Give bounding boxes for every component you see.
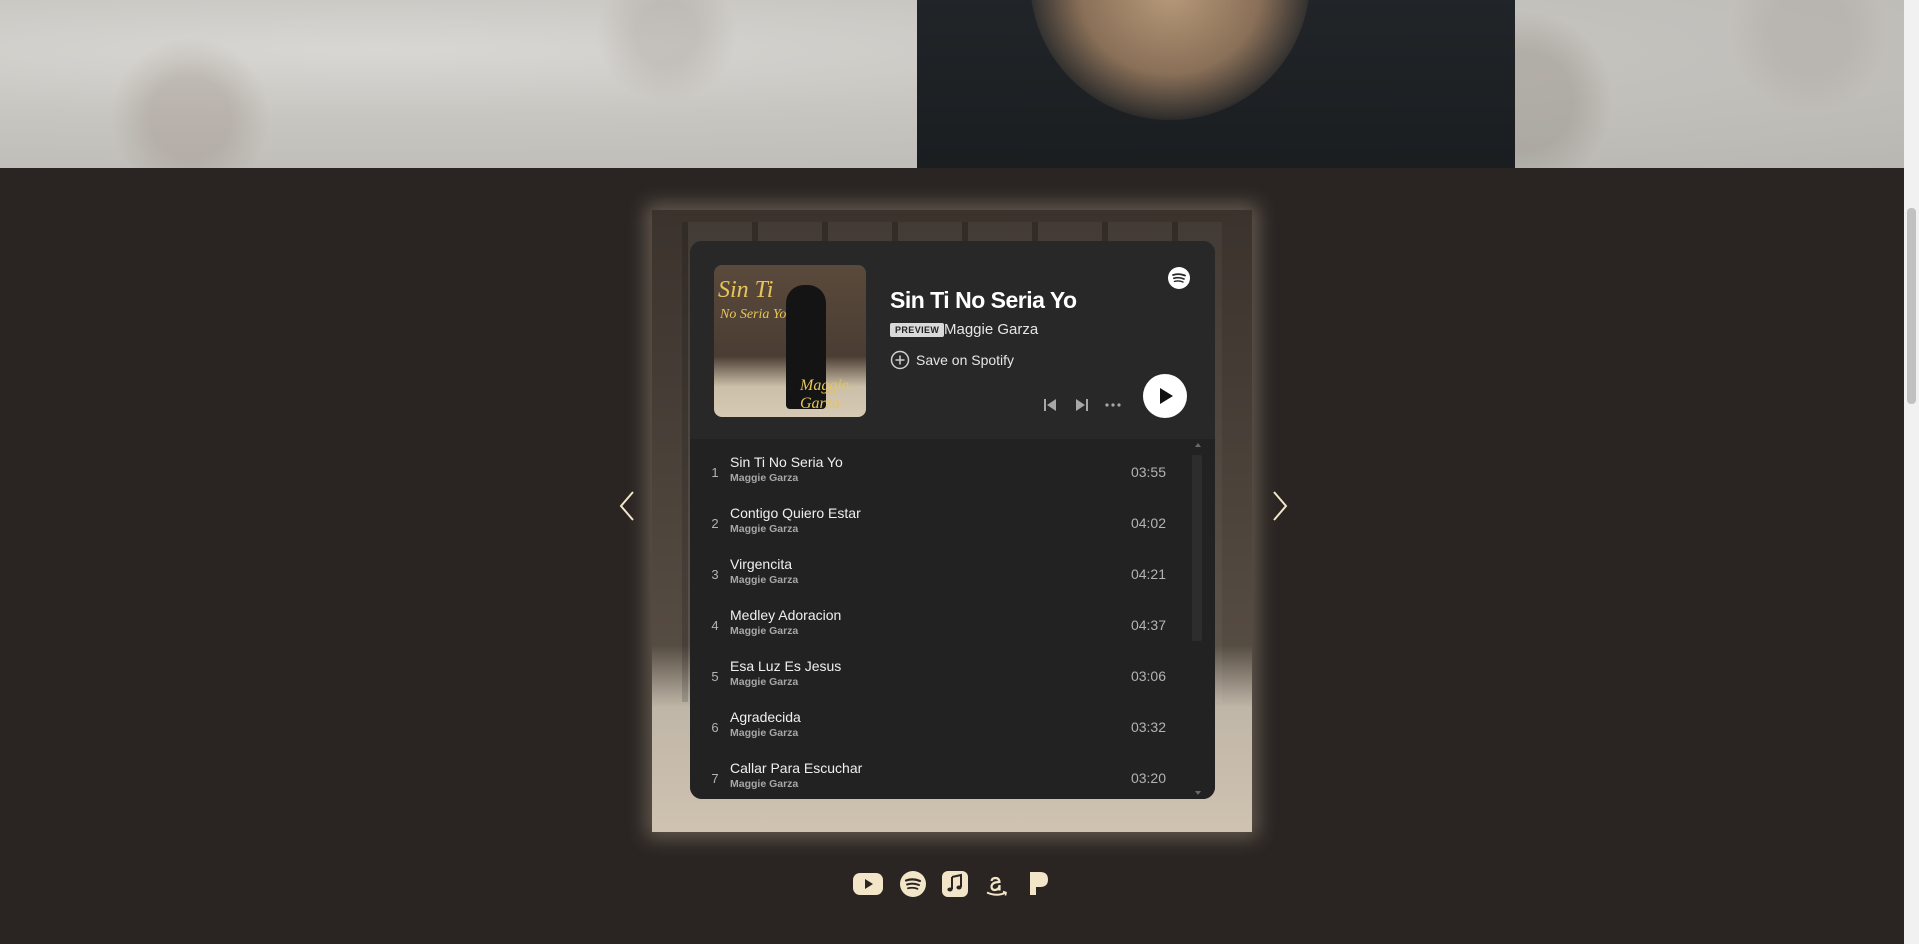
album-cover: Sin Ti No Seria Yo Maggie Garza	[714, 265, 866, 417]
track-row[interactable]: 6 Agradecida Maggie Garza 03:32	[690, 694, 1190, 745]
track-number: 7	[711, 771, 719, 786]
track-list[interactable]: 1 Sin Ti No Seria Yo Maggie Garza 03:55 …	[690, 439, 1215, 799]
spotify-icon[interactable]	[899, 870, 927, 898]
spotify-embed-player: Sin Ti No Seria Yo Maggie Garza Sin Ti N…	[690, 241, 1215, 799]
track-artist[interactable]: Maggie Garza	[730, 778, 798, 790]
track-row[interactable]: 5 Esa Luz Es Jesus Maggie Garza 03:06	[690, 643, 1190, 694]
track-row[interactable]: 4 Medley Adoracion Maggie Garza 04:37	[690, 592, 1190, 643]
page-scrollbar-thumb[interactable]	[1907, 208, 1916, 404]
preview-badge: PREVIEW	[890, 323, 945, 337]
track-title: Esa Luz Es Jesus	[730, 658, 842, 674]
pandora-icon[interactable]	[1027, 870, 1051, 898]
play-icon	[1160, 388, 1173, 404]
artist-name[interactable]: Maggie Garza	[944, 321, 1038, 338]
more-options-icon[interactable]	[1104, 397, 1122, 413]
track-row[interactable]: 1 Sin Ti No Seria Yo Maggie Garza 03:55	[690, 439, 1190, 490]
track-number: 1	[711, 465, 719, 480]
track-duration: 03:20	[1130, 770, 1166, 786]
track-duration: 04:02	[1130, 515, 1166, 531]
track-duration: 04:37	[1130, 617, 1166, 633]
apple-music-icon[interactable]	[941, 870, 969, 898]
track-number: 3	[711, 567, 719, 582]
cover-subtitle: No Seria Yo	[720, 307, 787, 322]
track-row[interactable]: 7 Callar Para Escuchar Maggie Garza 03:2…	[690, 745, 1190, 796]
track-artist[interactable]: Maggie Garza	[730, 727, 798, 739]
previous-slide-arrow-icon[interactable]	[615, 489, 639, 523]
track-artist[interactable]: Maggie Garza	[730, 625, 798, 637]
youtube-icon[interactable]	[852, 870, 884, 898]
list-scroll-up-icon[interactable]	[1195, 443, 1201, 447]
track-number: 2	[711, 516, 719, 531]
play-button[interactable]	[1143, 374, 1187, 418]
cover-title: Sin Ti	[718, 277, 774, 303]
cover-signature: Maggie Garza	[800, 377, 849, 412]
track-list-scrollbar[interactable]	[1192, 455, 1202, 641]
track-title: Medley Adoracion	[730, 607, 842, 623]
track-duration: 03:55	[1130, 464, 1166, 480]
album-title[interactable]: Sin Ti No Seria Yo	[890, 287, 1077, 314]
track-number: 4	[711, 618, 719, 633]
track-title: Virgencita	[730, 556, 793, 572]
next-slide-arrow-icon[interactable]	[1268, 489, 1292, 523]
track-number: 5	[711, 669, 719, 684]
page-scrollbar[interactable]	[1904, 0, 1919, 944]
track-title: Sin Ti No Seria Yo	[730, 454, 843, 470]
hero-photo	[0, 0, 1904, 168]
track-title: Agradecida	[730, 709, 801, 725]
list-scroll-down-icon[interactable]	[1195, 791, 1201, 795]
track-artist[interactable]: Maggie Garza	[730, 676, 798, 688]
amazon-icon[interactable]	[985, 870, 1009, 898]
track-title: Contigo Quiero Estar	[730, 505, 861, 521]
track-artist[interactable]: Maggie Garza	[730, 472, 798, 484]
skip-next-icon[interactable]	[1074, 397, 1090, 413]
add-circle-icon	[890, 350, 910, 370]
track-row[interactable]: 2 Contigo Quiero Estar Maggie Garza 04:0…	[690, 490, 1190, 541]
save-on-spotify-button[interactable]: Save on Spotify	[890, 350, 1014, 370]
track-artist[interactable]: Maggie Garza	[730, 574, 798, 586]
track-duration: 03:32	[1130, 719, 1166, 735]
track-number: 6	[711, 720, 719, 735]
track-duration: 04:21	[1130, 566, 1166, 582]
track-title: Callar Para Escuchar	[730, 760, 863, 776]
save-label: Save on Spotify	[916, 352, 1015, 368]
skip-previous-icon[interactable]	[1042, 397, 1058, 413]
player-header: Sin Ti No Seria Yo Maggie Garza Sin Ti N…	[690, 241, 1215, 439]
track-artist[interactable]: Maggie Garza	[730, 523, 798, 535]
spotify-logo-icon[interactable]	[1167, 266, 1191, 290]
track-duration: 03:06	[1130, 668, 1166, 684]
track-row[interactable]: 3 Virgencita Maggie Garza 04:21	[690, 541, 1190, 592]
